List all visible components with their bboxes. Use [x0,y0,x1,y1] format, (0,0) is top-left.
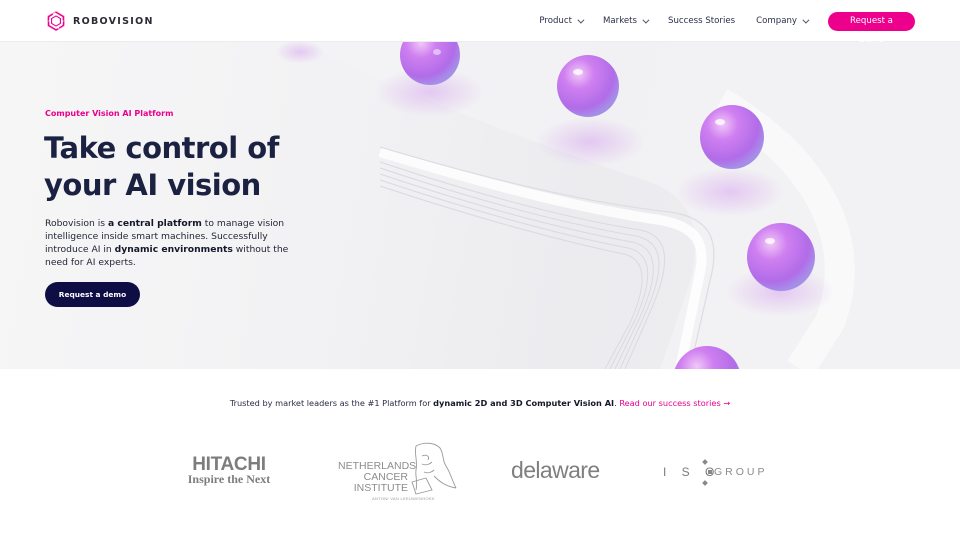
trust-bold: dynamic 2D and 3D Computer Vision AI [433,398,615,408]
nav-item-company[interactable]: Company [756,16,810,26]
chevron-down-icon [577,16,585,24]
hitachi-tagline: Inspire the Next [187,472,271,486]
hero-title-line: your AI vision [44,168,261,202]
trust-statement: Trusted by market leaders as the #1 Plat… [0,398,960,408]
hexagon-swirl-icon [47,10,65,32]
group-text: GROUP [714,466,768,478]
purple-sphere [700,105,764,169]
hero-request-demo-button[interactable]: Request a demo [45,282,140,307]
brand-name: ROBOVISION [73,15,154,27]
hitachi-logo: HITACHI Inspire the Next [178,454,280,486]
trust-text: Trusted by market leaders as the #1 Plat… [229,398,434,408]
chevron-down-icon [802,16,810,24]
diamond-icon [702,480,708,486]
hero-section: Computer Vision AI Platform Take control… [0,42,960,369]
success-stories-link[interactable]: Read our success stories → [619,398,730,408]
request-demo-button[interactable]: Request a Demo [828,11,915,45]
main-nav: Product Markets Success Stories Company … [539,0,915,45]
hitachi-name: HITACHI [192,454,266,475]
site-header: ROBOVISION Product Markets Success Stori… [0,0,960,45]
hero-illustration [275,42,960,369]
nki-logo: NETHERLANDS CANCER INSTITUTE ANTONI VAN … [338,442,458,504]
nav-item-markets[interactable]: Markets [602,16,650,26]
nav-item-product[interactable]: Product [539,16,585,26]
nav-item-label: Company [756,16,797,26]
purple-sphere [747,223,815,291]
delaware-logo: delaware [511,457,600,483]
nav-item-label: Product [539,16,572,26]
client-logos: HITACHI Inspire the Next NETHERLANDS CAN… [0,440,960,505]
nav-item-success-stories[interactable]: Success Stories [668,16,735,26]
nav-item-label: Success Stories [668,16,736,26]
hero-eyebrow: Computer Vision AI Platform [45,109,174,118]
hero-title: Take control of your AI vision [44,130,344,204]
nav-item-label: Markets [602,16,638,26]
diamond-icon [702,459,708,465]
hero-title-line: Take control of [44,131,279,165]
nki-subtitle: ANTONI VAN LEEUWENHOEK [372,496,435,501]
isogroup-logo: I S O GROUP [663,458,765,488]
desc-text: Robovision is [45,218,108,229]
nki-line: INSTITUTE [353,482,408,494]
brand-logo[interactable]: ROBOVISION [45,10,154,32]
portrait-icon [411,442,457,495]
square-icon [708,470,712,474]
purple-sphere [557,55,619,117]
hero-description: Robovision is a central platform to mana… [45,217,295,269]
desc-bold: dynamic environments [114,244,233,255]
chevron-down-icon [642,16,650,24]
desc-bold: a central platform [108,218,202,229]
